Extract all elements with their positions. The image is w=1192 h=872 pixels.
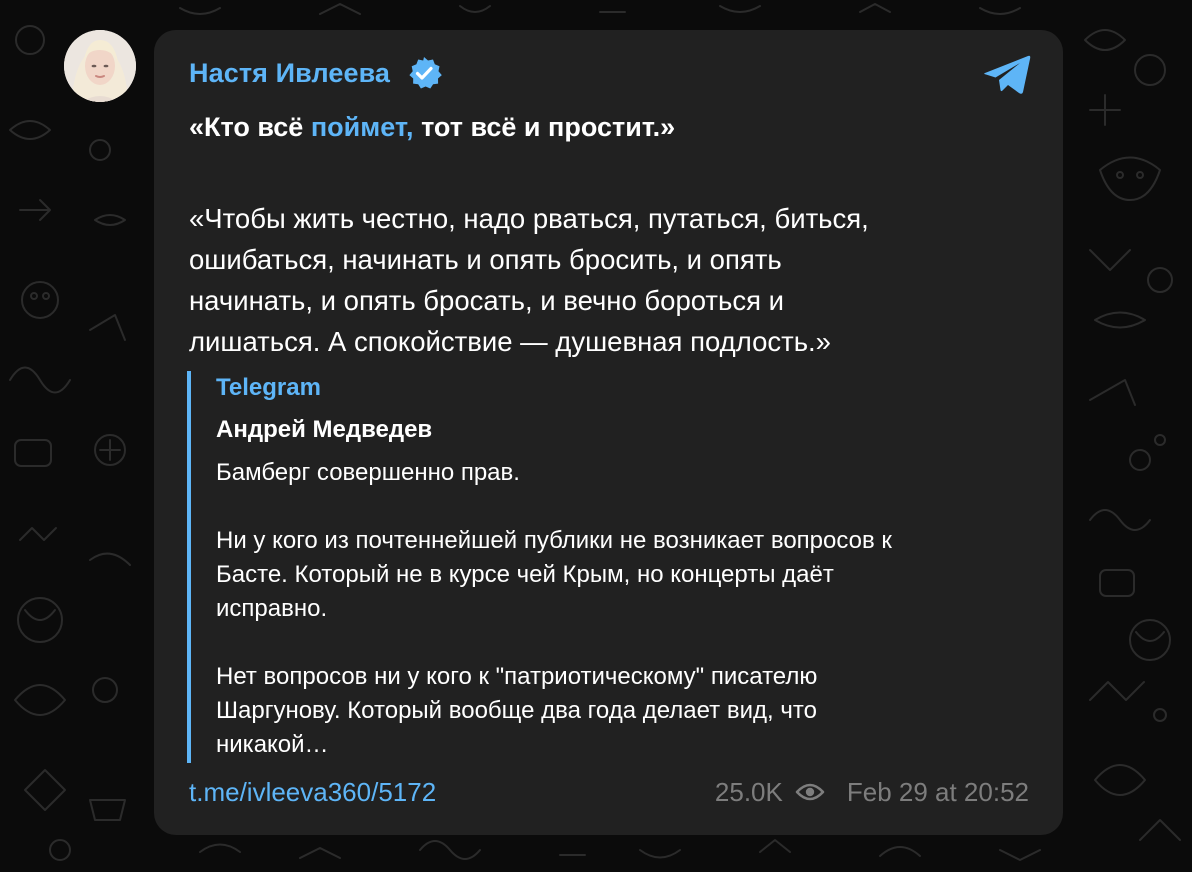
preview-line: Нет вопросов ни у кого к "патриотическом…	[216, 663, 818, 690]
message-card: Настя Ивлеева «Кто всё поймет, тот всё и…	[154, 30, 1063, 835]
verified-badge-icon	[409, 57, 442, 89]
headline-start: «Кто всё	[189, 112, 311, 142]
quote-line: начинать, и опять бросать, и вечно борот…	[189, 285, 784, 316]
post-headline: «Кто всё поймет, тот всё и простит.»	[189, 110, 1029, 144]
author-header: Настя Ивлеева	[189, 56, 442, 90]
headline-end: тот всё и простит.»	[413, 112, 676, 142]
preview-author: Андрей Медведев	[216, 416, 433, 443]
preview-line: Бамберг совершенно прав.	[216, 459, 520, 486]
eye-icon	[795, 783, 825, 801]
preview-line: Басте. Который не в курсе чей Крым, но к…	[216, 561, 834, 588]
post-link[interactable]: t.me/ivleeva360/5172	[189, 776, 436, 808]
forwarded-preview[interactable]: Telegram Андрей Медведев Бамберг соверше…	[187, 371, 1032, 763]
quote-line: «Чтобы жить честно, надо рваться, путать…	[189, 203, 869, 234]
author-avatar[interactable]	[64, 30, 136, 102]
author-name[interactable]: Настя Ивлеева	[189, 58, 390, 89]
headline-link[interactable]: поймет,	[311, 112, 414, 142]
post-date: Feb 29 at 20:52	[846, 777, 1029, 807]
preview-line: исправно.	[216, 595, 328, 622]
telegram-logo-icon[interactable]	[983, 54, 1031, 96]
preview-text: Бамберг совершенно прав. Ни у кого из по…	[216, 456, 1031, 762]
preview-line: никакой…	[216, 731, 329, 758]
preview-source: Telegram	[216, 374, 321, 401]
quote-line: ошибаться, начинать и опять бросить, и о…	[189, 244, 782, 275]
quote-line: лишаться. А спокойствие — душевная подло…	[189, 326, 831, 357]
post-meta: 25.0K Feb 29 at 20:52	[715, 776, 1029, 808]
preview-line: Ни у кого из почтеннейшей публики не воз…	[216, 527, 892, 554]
views-count: 25.0K	[714, 777, 783, 807]
preview-line: Шаргунову. Который вообще два года делае…	[216, 697, 817, 724]
post-quote: «Чтобы жить честно, надо рваться, путать…	[189, 198, 1029, 362]
